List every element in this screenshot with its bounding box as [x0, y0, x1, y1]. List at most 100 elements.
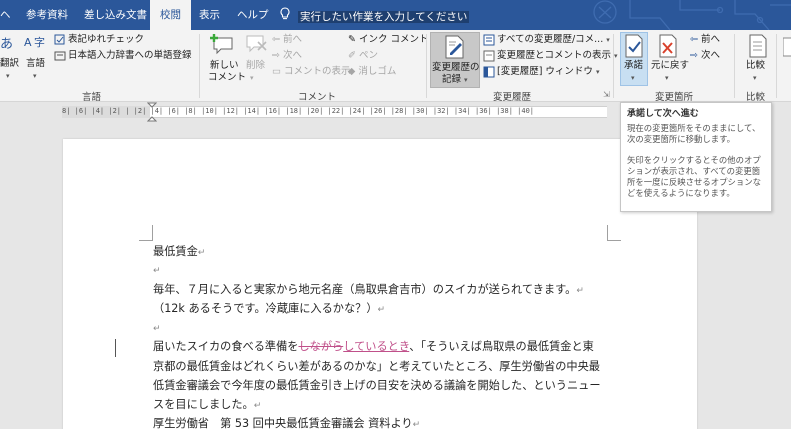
show-markup-dropdown-icon[interactable]: ▾: [614, 52, 618, 60]
new-comment-label-1[interactable]: 新しい: [210, 60, 239, 72]
next-change-button[interactable]: ⇨ 次へ: [690, 50, 720, 62]
show-comments-button: ▭ コメントの表示: [272, 66, 351, 77]
comment-group-label: コメント: [298, 92, 337, 103]
doc-line-text: 届いたスイカの食べる準備を: [153, 340, 299, 353]
accept-icon: [624, 34, 644, 61]
reviewing-pane-label: [変更履歴] ウィンドウ: [497, 66, 593, 77]
ime-dictionary-button[interactable]: 日本語入力辞書への単語登録: [68, 50, 192, 62]
ruler-numbers: 8| |6| |4| |2| | |2| |4| |6| |8| |10| |1…: [62, 107, 535, 115]
tooltip-body-paragraph: 現在の変更箇所をそのままにして、次の変更箇所に移動します。: [627, 123, 761, 144]
margin-corner-mark: [139, 225, 153, 241]
tab-help[interactable]: ヘルプ: [237, 0, 269, 30]
tracking-dialog-launcher-icon[interactable]: ⇲: [603, 90, 610, 99]
display-markup-icon: [483, 34, 495, 49]
change-bar: [115, 339, 116, 357]
paragraph-mark-icon: ↵: [153, 266, 161, 276]
language-button[interactable]: 言語: [26, 58, 45, 70]
reviewing-pane-dropdown-icon[interactable]: ▾: [596, 68, 600, 76]
reviewing-pane-button[interactable]: [変更履歴] ウィンドウ ▾: [497, 66, 599, 78]
accept-dropdown-icon[interactable]: ▾: [631, 72, 635, 84]
next-change-label: 次へ: [701, 50, 721, 61]
eraser-button: ◆ 消しゴム: [348, 66, 397, 77]
tab-home-partial[interactable]: ヘ: [0, 0, 11, 30]
translate-dropdown-icon[interactable]: ▾: [6, 70, 10, 82]
tooltip-title: 承諾して次へ進む: [627, 109, 699, 119]
spelling-check-button[interactable]: 表記ゆれチェック: [68, 34, 144, 46]
language-icon[interactable]: A字: [24, 34, 48, 59]
reject-icon[interactable]: [658, 34, 678, 61]
language-group-label: 言語: [82, 92, 102, 103]
dictionary-icon: [54, 50, 66, 65]
tracking-group-label: 変更履歴: [493, 92, 532, 103]
compare-button[interactable]: 比較: [746, 60, 765, 72]
tab-view[interactable]: 表示: [199, 0, 220, 30]
paragraph-mark-icon: ↵: [253, 401, 262, 411]
paragraph-mark-icon: ↵: [153, 324, 161, 334]
delete-comment-icon: [244, 32, 268, 59]
doc-line[interactable]: スを目にしました。↵: [153, 396, 261, 412]
language-dropdown-icon[interactable]: ▾: [33, 70, 37, 82]
reject-dropdown-icon[interactable]: ▾: [665, 72, 669, 84]
track-changes-label-1: 変更履歴の: [432, 62, 480, 73]
group-divider: [199, 34, 200, 98]
tell-me-text: 実行したい作業を入力してください: [298, 11, 470, 23]
translate-button[interactable]: 翻訳: [0, 58, 19, 70]
paragraph-mark-icon: ↵: [576, 286, 584, 296]
tab-mailings[interactable]: 差し込み文書: [84, 0, 147, 30]
track-changes-icon: [444, 35, 466, 62]
track-changes-dropdown-icon[interactable]: ▾: [464, 76, 468, 84]
tab-review[interactable]: 校閲: [150, 0, 191, 30]
reject-button[interactable]: 元に戻す: [651, 60, 689, 72]
show-markup-button[interactable]: 変更履歴とコメントの表示 ▾: [497, 50, 618, 62]
doc-line[interactable]: 低賃金審議会で今年度の最低賃金引き上げの目安を決める議論を開始した、というニュー: [153, 377, 601, 393]
compare-icon[interactable]: [748, 34, 768, 61]
doc-line[interactable]: 京都の最低賃金はどれくらい差があるのかな」と考えていたところ、厚生労働省の中央最: [153, 358, 600, 374]
ink-comment-button[interactable]: ✎ インク コメント: [348, 34, 429, 46]
paragraph-mark-icon: ↵: [377, 305, 386, 315]
doc-line[interactable]: （12k あるそうです。冷蔵庫に入るかな？）↵: [153, 300, 385, 316]
svg-text:A: A: [24, 36, 32, 49]
show-markup-icon: [483, 50, 495, 65]
tell-me-search[interactable]: 実行したい作業を入力してください: [280, 7, 470, 23]
document-page[interactable]: 最低賃金↵ ↵ 毎年、７月に入ると実家から地元名産（鳥取県倉吉市）のスイカが送ら…: [63, 139, 697, 429]
previous-comment-label: 前へ: [282, 34, 302, 45]
translate-icon[interactable]: あ: [0, 34, 18, 59]
show-comments-label: コメントの表示: [284, 66, 351, 77]
svg-text:あ: あ: [0, 37, 13, 52]
inserted-text[interactable]: しているとき: [343, 340, 409, 353]
new-comment-icon[interactable]: [208, 32, 234, 59]
previous-change-icon: ⇦: [690, 34, 698, 45]
next-comment-button: ⇨ 次へ: [272, 50, 302, 61]
compare-dropdown-icon[interactable]: ▾: [753, 72, 757, 84]
doc-line[interactable]: 届いたスイカの食べる準備をしながらしているとき、「そういえば鳥取県の最低賃金と東: [153, 338, 594, 354]
previous-change-button[interactable]: ⇦ 前へ: [690, 34, 720, 46]
display-for-review-value: すべての変更履歴/コメ...: [497, 34, 604, 45]
doc-empty-line[interactable]: ↵: [153, 263, 161, 276]
next-change-icon: ⇨: [690, 50, 698, 61]
group-divider: [426, 34, 427, 98]
eraser-label: 消しゴム: [358, 66, 397, 77]
display-for-review-select[interactable]: すべての変更履歴/コメ... ▾: [497, 34, 610, 46]
new-comment-label-2[interactable]: コメント: [208, 72, 246, 84]
display-for-review-dropdown-icon[interactable]: ▾: [606, 36, 610, 44]
track-changes-label-2-text: 記録: [442, 74, 462, 85]
tab-references[interactable]: 参考資料: [26, 0, 68, 30]
doc-line-text: （12k あるそうです。冷蔵庫に入るかな？）: [153, 302, 378, 315]
protect-icon-partial[interactable]: [782, 36, 791, 61]
ink-comment-label: インク コメント: [358, 34, 429, 45]
show-markup-label: 変更履歴とコメントの表示: [497, 50, 612, 61]
doc-line-text: 、「そういえば鳥取県の最低賃金と東: [409, 340, 594, 353]
doc-empty-line[interactable]: ↵: [153, 321, 161, 334]
pen-button: ✐ ペン: [348, 50, 378, 61]
deleted-text[interactable]: しながら: [298, 340, 343, 353]
delete-dropdown-icon: ▾: [250, 74, 254, 82]
doc-line[interactable]: 最低賃金↵: [153, 243, 205, 259]
group-divider: [613, 34, 614, 98]
changes-group-label: 変更箇所: [655, 92, 694, 103]
doc-line[interactable]: 厚生労働省 第 53 回中央最低賃金審議会 資料より↵: [153, 415, 420, 429]
doc-line-text: 低賃金審議会で今年度の最低賃金引き上げの目安を決める議論を開始した、というニュー: [153, 379, 601, 392]
track-changes-label-2: 記録 ▾: [442, 74, 468, 86]
next-comment-label: 次へ: [282, 50, 302, 61]
doc-line-text: 毎年、７月に入ると実家から地元名産（鳥取県倉吉市）のスイカが送られてきます。: [153, 283, 577, 296]
doc-line[interactable]: 毎年、７月に入ると実家から地元名産（鳥取県倉吉市）のスイカが送られてきます。↵: [153, 281, 584, 297]
